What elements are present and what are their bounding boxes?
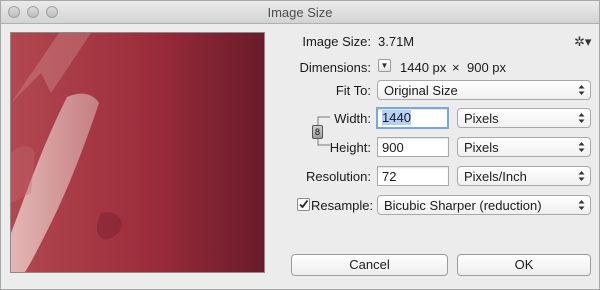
width-unit-select[interactable]: Pixels (457, 108, 591, 128)
resample-checkbox[interactable] (297, 198, 310, 211)
image-size-label: Image Size: (302, 34, 371, 49)
stepper-arrows-icon (578, 113, 585, 123)
height-label: Height: (329, 140, 371, 155)
resolution-unit-value: Pixels/Inch (464, 169, 527, 184)
fit-to-select[interactable]: Original Size (377, 80, 591, 100)
stepper-arrows-icon (578, 142, 585, 152)
dimensions-times: × (452, 60, 460, 75)
width-input[interactable]: 1440 (376, 107, 449, 129)
image-preview[interactable] (10, 32, 265, 273)
checkmark-icon (299, 199, 309, 209)
chain-link-icon[interactable]: 8 (312, 125, 323, 139)
title-bar: Image Size (1, 1, 599, 24)
stepper-arrows-icon (578, 85, 585, 95)
cancel-button[interactable]: Cancel (291, 254, 448, 276)
resample-select[interactable]: Bicubic Sharper (reduction) (377, 195, 591, 215)
height-value: 900 (382, 140, 404, 155)
fit-to-label: Fit To: (335, 83, 371, 98)
dimensions-label: Dimensions: (299, 60, 371, 75)
resolution-value: 72 (382, 169, 397, 184)
width-label: Width: (334, 111, 371, 126)
dimensions-height: 900 px (467, 60, 507, 75)
resolution-unit-select[interactable]: Pixels/Inch (457, 166, 591, 186)
dropdown-triangle-icon[interactable]: ▼ (378, 59, 391, 72)
resolution-input[interactable]: 72 (377, 166, 449, 186)
ok-button[interactable]: OK (457, 254, 591, 276)
height-input[interactable]: 900 (377, 137, 449, 157)
image-size-dialog: Image Size ✲▾ Image Size: 3.71M Dimensio… (0, 0, 600, 290)
resample-value: Bicubic Sharper (reduction) (384, 198, 542, 213)
preview-image (11, 33, 264, 272)
window-title: Image Size (267, 5, 333, 20)
dimensions-width: 1440 px (400, 60, 447, 75)
stepper-arrows-icon (578, 171, 585, 181)
height-unit-select[interactable]: Pixels (457, 137, 591, 157)
fit-to-value: Original Size (384, 83, 458, 98)
height-unit-value: Pixels (464, 140, 499, 155)
resolution-label: Resolution: (305, 169, 371, 184)
image-size-value: 3.71M (378, 34, 415, 49)
width-value: 1440 (382, 110, 411, 125)
gear-icon[interactable]: ✲▾ (574, 34, 591, 50)
resample-label: Resample: (311, 198, 374, 213)
width-unit-value: Pixels (464, 111, 499, 126)
stepper-arrows-icon (578, 200, 585, 210)
